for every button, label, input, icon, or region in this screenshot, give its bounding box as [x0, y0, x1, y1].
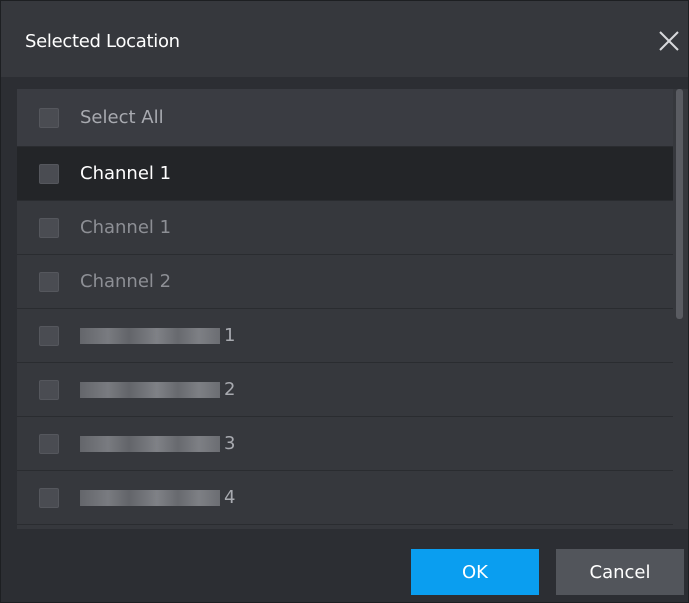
list-item-label: 4 — [224, 487, 236, 508]
list-item-label: Channel 1 — [80, 217, 172, 238]
list-item-checkbox[interactable] — [39, 434, 59, 454]
list-item[interactable]: 2 — [17, 363, 673, 417]
list-item[interactable]: 4 — [17, 471, 673, 525]
list-item[interactable]: Channel 2 — [17, 255, 673, 309]
obscured-name — [80, 382, 220, 398]
list-item[interactable]: 3 — [17, 417, 673, 471]
location-list-panel: Select All Channel 1 Channel 1 Channel 2… — [17, 89, 688, 529]
list-item-label: 1 — [224, 325, 236, 346]
list-item-checkbox[interactable] — [39, 218, 59, 238]
selected-location-dialog: Selected Location Select All Channel 1 C… — [0, 0, 689, 603]
list-item-label: 3 — [224, 433, 236, 454]
cancel-button[interactable]: Cancel — [556, 549, 684, 595]
select-all-label: Select All — [80, 107, 164, 128]
list-item[interactable]: Channel 1 — [17, 147, 673, 201]
list-scrollbar[interactable] — [673, 89, 685, 529]
obscured-name — [80, 328, 220, 344]
dialog-title: Selected Location — [25, 31, 180, 52]
list-item-label: Channel 2 — [80, 271, 172, 292]
list-item[interactable]: 1 — [17, 309, 673, 363]
dialog-titlebar: Selected Location — [1, 1, 688, 77]
list-item-checkbox[interactable] — [39, 488, 59, 508]
list-item-checkbox[interactable] — [39, 380, 59, 400]
scrollbar-thumb[interactable] — [676, 89, 683, 319]
location-list: Select All Channel 1 Channel 1 Channel 2… — [17, 89, 673, 525]
list-item-label: 2 — [224, 379, 236, 400]
list-item-checkbox[interactable] — [39, 326, 59, 346]
select-all-row[interactable]: Select All — [17, 89, 673, 147]
list-item-label: Channel 1 — [80, 163, 172, 184]
list-item-checkbox[interactable] — [39, 164, 59, 184]
list-item-checkbox[interactable] — [39, 272, 59, 292]
list-item[interactable]: Channel 1 — [17, 201, 673, 255]
obscured-name — [80, 436, 220, 452]
obscured-name — [80, 490, 220, 506]
select-all-checkbox[interactable] — [39, 108, 59, 128]
ok-button[interactable]: OK — [411, 549, 539, 595]
close-icon[interactable] — [656, 28, 682, 54]
